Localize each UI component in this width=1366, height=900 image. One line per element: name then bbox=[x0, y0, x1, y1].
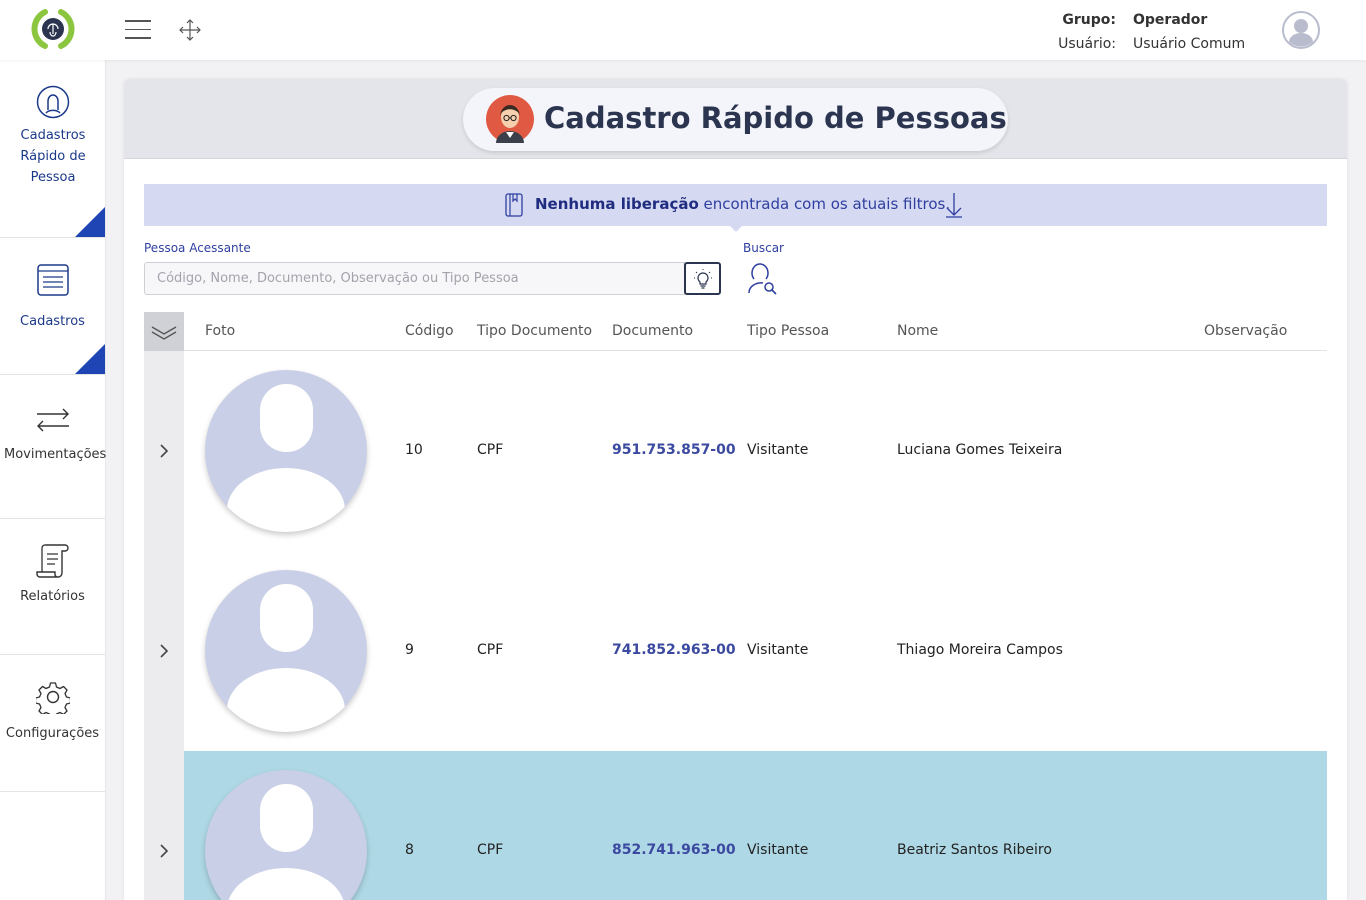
chevron-right-icon[interactable] bbox=[157, 842, 171, 860]
person-photo-placeholder bbox=[205, 370, 367, 532]
usuario-value: Usuário Comum bbox=[1133, 36, 1246, 52]
lightbulb-icon bbox=[694, 269, 712, 289]
cell-tipo-documento: CPF bbox=[477, 442, 504, 458]
expand-gutter bbox=[144, 351, 184, 900]
cell-tipo-documento: CPF bbox=[477, 642, 504, 658]
sidebar-item-label: Cadastros bbox=[20, 314, 85, 329]
user-circle-icon bbox=[36, 85, 69, 119]
sidebar-item-label: Relatórios bbox=[20, 589, 85, 604]
user-info: Grupo: Operador Usuário: Usuário Comum bbox=[1040, 8, 1245, 56]
sidebar-item-relatorios[interactable]: Relatórios bbox=[0, 543, 105, 655]
person-photo-placeholder bbox=[205, 570, 367, 732]
table-header: Foto Código Tipo Documento Documento Tip… bbox=[144, 312, 1327, 351]
cell-tipo-pessoa: Visitante bbox=[747, 842, 809, 858]
person-silhouette-icon bbox=[227, 384, 345, 532]
cell-codigo: 8 bbox=[405, 842, 414, 858]
cell-documento: 741.852.963-00 bbox=[612, 642, 736, 658]
person-avatar-icon bbox=[486, 95, 534, 143]
sidebar-item-cadastro-rapido[interactable]: Cadastros Rápido de Pessoa bbox=[0, 85, 105, 238]
cell-nome: Beatriz Santos Ribeiro bbox=[897, 842, 1052, 858]
cell-tipo-pessoa: Visitante bbox=[747, 442, 809, 458]
person-photo-placeholder bbox=[205, 770, 367, 900]
banner-text-bold: Nenhuma liberação bbox=[535, 195, 699, 213]
column-header-foto[interactable]: Foto bbox=[205, 323, 235, 339]
column-header-observacao[interactable]: Observação bbox=[1204, 323, 1287, 339]
page-title-pill: Cadastro Rápido de Pessoas bbox=[463, 88, 1008, 151]
sidebar-item-label: Configurações bbox=[5, 726, 100, 741]
collapse-all-button[interactable] bbox=[144, 312, 184, 351]
hint-button[interactable] bbox=[684, 262, 721, 295]
pessoa-search-input[interactable] bbox=[144, 262, 685, 295]
arrow-down-icon[interactable] bbox=[945, 192, 963, 218]
person-silhouette-icon bbox=[228, 784, 344, 900]
double-chevron-down-icon bbox=[151, 326, 177, 340]
cell-codigo: 9 bbox=[405, 642, 414, 658]
column-header-codigo[interactable]: Código bbox=[405, 323, 454, 339]
people-table: Foto Código Tipo Documento Documento Tip… bbox=[144, 312, 1327, 900]
cell-codigo: 10 bbox=[405, 442, 423, 458]
page-title: Cadastro Rápido de Pessoas bbox=[544, 101, 1007, 135]
book-icon bbox=[505, 193, 523, 217]
active-corner-indicator bbox=[75, 344, 105, 374]
column-header-tipo-pessoa[interactable]: Tipo Pessoa bbox=[747, 323, 829, 339]
cell-documento: 852.741.963-00 bbox=[612, 842, 736, 858]
grupo-value: Operador bbox=[1133, 12, 1208, 28]
form-list-icon bbox=[36, 264, 69, 296]
sidebar: Cadastros Rápido de Pessoa Cadastros Mov… bbox=[0, 60, 106, 900]
sidebar-item-movimentacoes[interactable]: Movimentações bbox=[0, 407, 107, 519]
menu-toggle-button[interactable] bbox=[125, 20, 151, 40]
column-header-documento[interactable]: Documento bbox=[612, 323, 693, 339]
top-bar: Grupo: Operador Usuário: Usuário Comum bbox=[0, 0, 1366, 60]
usuario-label: Usuário: bbox=[1058, 36, 1116, 52]
info-banner: Nenhuma liberação encontrada com os atua… bbox=[144, 184, 1327, 232]
cell-documento: 951.753.857-00 bbox=[612, 442, 736, 458]
table-row-selected[interactable]: 8 CPF 852.741.963-00 Visitante Beatriz S… bbox=[160, 751, 1327, 900]
banner-text: Nenhuma liberação encontrada com os atua… bbox=[535, 195, 950, 213]
active-corner-indicator bbox=[75, 207, 105, 237]
chevron-right-icon[interactable] bbox=[157, 442, 171, 460]
banner-notch bbox=[730, 226, 742, 232]
buscar-label: Buscar bbox=[743, 241, 784, 255]
cell-tipo-pessoa: Visitante bbox=[747, 642, 809, 658]
report-scroll-icon bbox=[35, 544, 69, 578]
table-row[interactable]: 9 CPF 741.852.963-00 Visitante Thiago Mo… bbox=[160, 551, 1327, 751]
grupo-label: Grupo: bbox=[1062, 12, 1116, 28]
user-avatar-icon[interactable] bbox=[1282, 11, 1320, 49]
cell-tipo-documento: CPF bbox=[477, 842, 504, 858]
sidebar-item-cadastros[interactable]: Cadastros bbox=[0, 263, 105, 375]
search-person-icon[interactable] bbox=[745, 263, 779, 295]
table-row[interactable]: 10 CPF 951.753.857-00 Visitante Luciana … bbox=[160, 351, 1327, 551]
pessoa-acessante-label: Pessoa Acessante bbox=[144, 241, 251, 255]
cell-nome: Thiago Moreira Campos bbox=[897, 642, 1063, 658]
main-card: Cadastro Rápido de Pessoas Nenhuma liber… bbox=[124, 79, 1347, 900]
transfer-arrows-icon bbox=[36, 408, 69, 432]
person-silhouette-icon bbox=[227, 584, 345, 732]
sidebar-item-label: Movimentações bbox=[4, 447, 107, 462]
logo-icon[interactable] bbox=[28, 6, 78, 52]
banner-text-rest: encontrada com os atuais filtros. bbox=[698, 195, 951, 213]
gear-icon bbox=[35, 682, 70, 714]
cell-nome: Luciana Gomes Teixeira bbox=[897, 442, 1063, 458]
sidebar-item-label: Cadastros Rápido de Pessoa bbox=[20, 128, 86, 185]
column-header-tipo-documento[interactable]: Tipo Documento bbox=[477, 323, 592, 339]
column-header-nome[interactable]: Nome bbox=[897, 323, 938, 339]
chevron-right-icon[interactable] bbox=[157, 642, 171, 660]
fullscreen-icon[interactable] bbox=[178, 18, 202, 42]
card-header: Cadastro Rápido de Pessoas bbox=[124, 79, 1347, 159]
sidebar-item-configuracoes[interactable]: Configurações bbox=[0, 680, 105, 792]
